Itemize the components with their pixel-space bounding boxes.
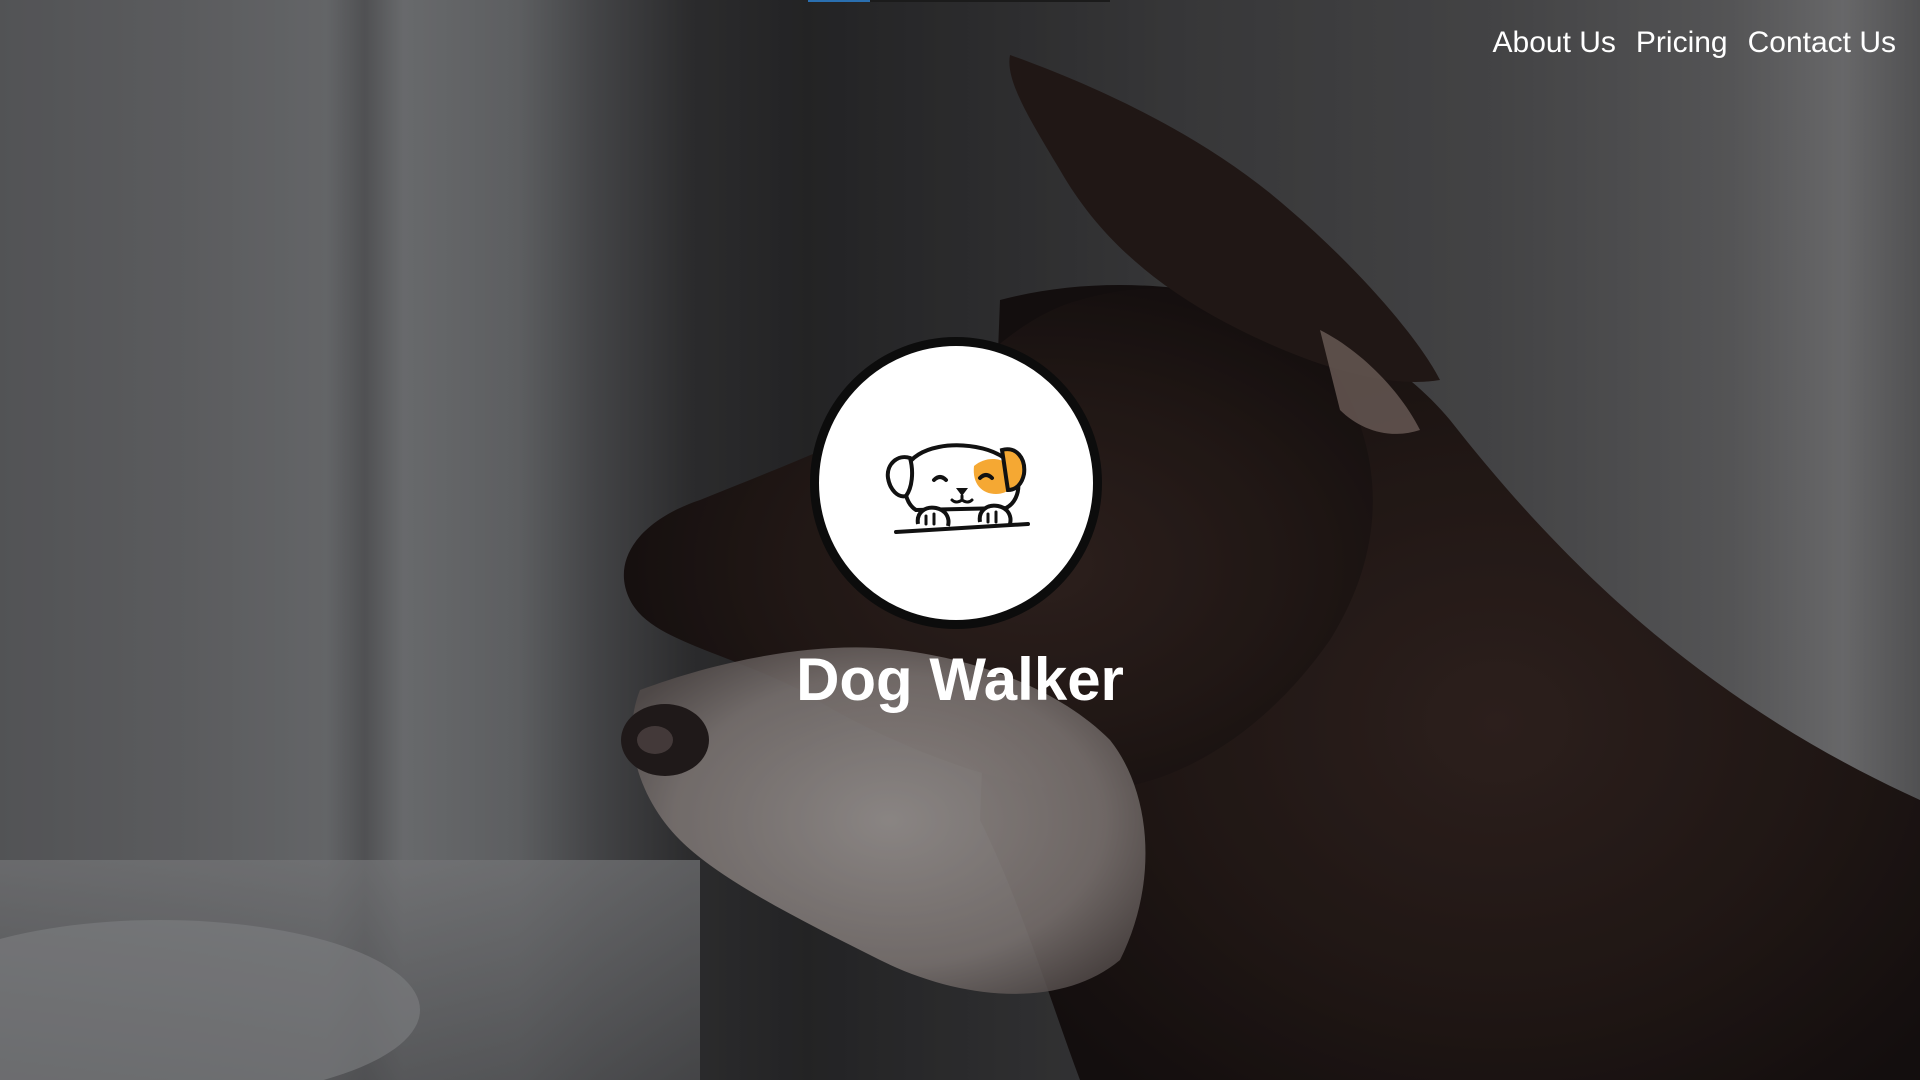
brand-block: Dog Walker <box>0 0 1920 1080</box>
cartoon-dog-peeking-icon <box>885 443 1030 534</box>
logo[interactable] <box>810 337 1102 629</box>
hero-section: About Us Pricing Contact Us Dog Walker <box>0 0 1920 1080</box>
site-title: Dog Walker <box>796 646 1124 713</box>
